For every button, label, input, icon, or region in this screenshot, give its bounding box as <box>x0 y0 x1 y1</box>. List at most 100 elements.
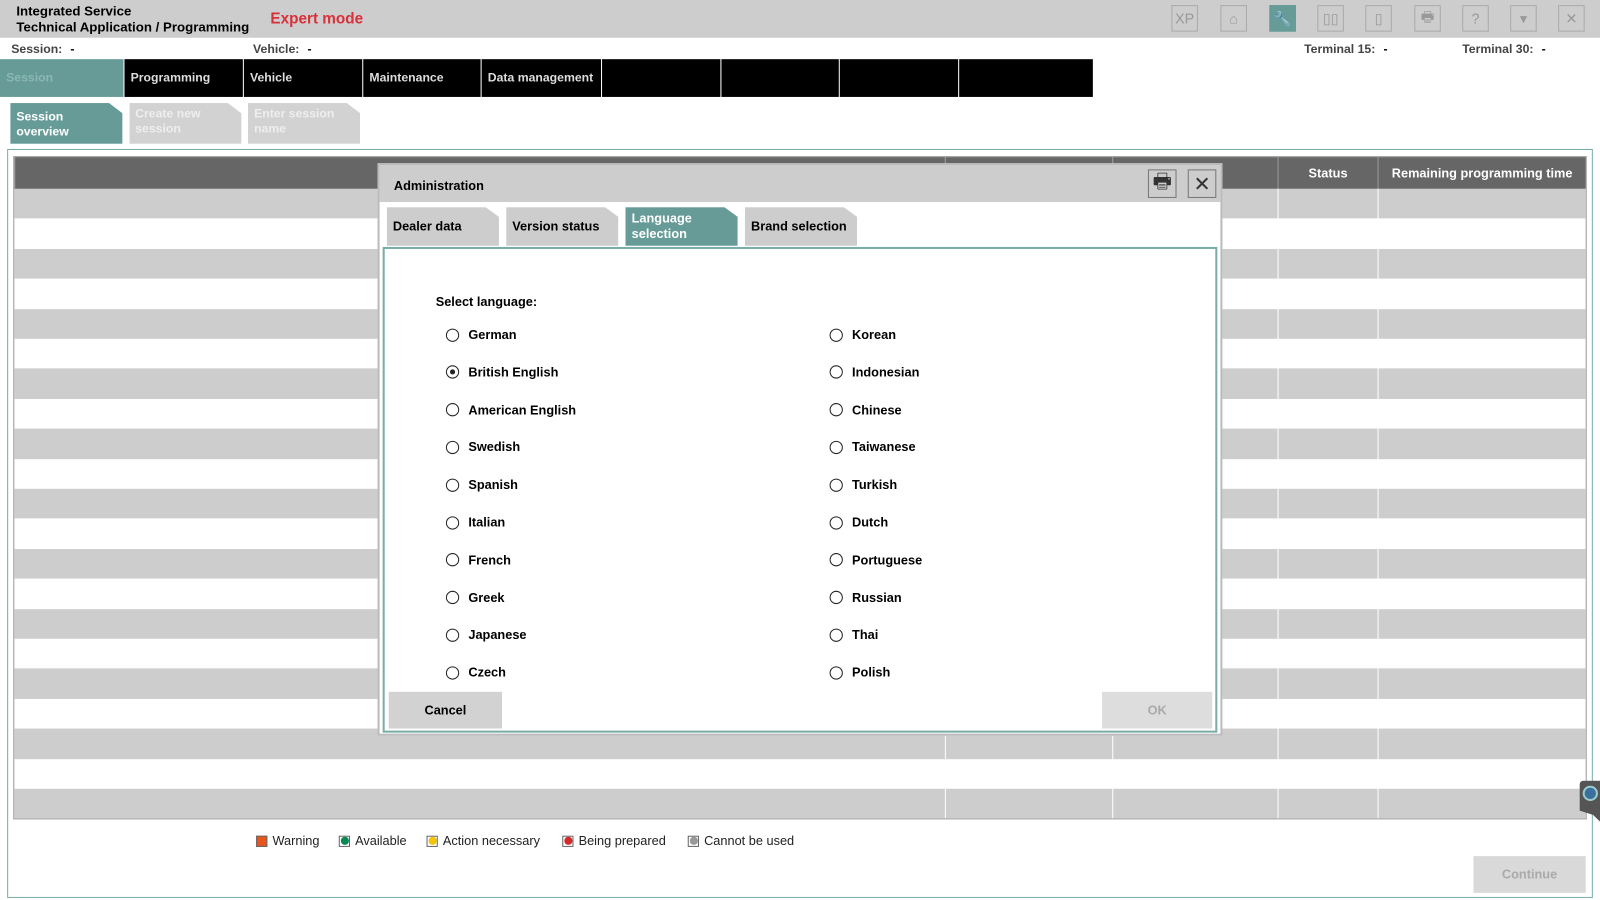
print-icon[interactable]: 🖶 <box>1414 5 1441 32</box>
terminal30-value: - <box>1541 41 1546 57</box>
radio-label: Portuguese <box>852 552 923 568</box>
print-icon[interactable]: 🖶 <box>1147 169 1177 198</box>
radio-button[interactable] <box>829 478 843 492</box>
radio-indonesian[interactable]: Indonesian <box>829 365 919 379</box>
wrench-icon[interactable]: 🔧 <box>1269 5 1296 32</box>
radio-button[interactable] <box>445 666 460 680</box>
radio-american-english[interactable]: American English <box>445 402 577 417</box>
tab-brand-selection[interactable]: Brand selection <box>744 207 858 246</box>
radio-portuguese[interactable]: Portuguese <box>829 552 923 568</box>
vehicle-label: Vehicle: <box>253 41 300 57</box>
radio-british-english[interactable]: British English <box>445 365 558 379</box>
radio-button[interactable] <box>445 590 460 605</box>
tab-version-status[interactable]: Version status <box>506 207 619 246</box>
status-action-necessary-icon <box>426 835 438 847</box>
radio-greek[interactable]: Greek <box>445 590 505 605</box>
radio-chinese[interactable]: Chinese <box>829 402 902 417</box>
nav-tab-programming[interactable]: Programming <box>124 59 243 97</box>
measure-icon[interactable]: ▯▯ <box>1317 5 1344 32</box>
radio-russian[interactable]: Russian <box>829 590 902 605</box>
radio-button[interactable] <box>829 365 843 379</box>
radio-button[interactable] <box>829 628 843 642</box>
radio-label: Spanish <box>468 477 518 493</box>
subnav-enter-session-name[interactable]: Enter session name <box>247 103 361 144</box>
home-icon[interactable]: ⌂ <box>1220 5 1247 32</box>
legend-label: Available <box>355 833 407 848</box>
nav-tab-vehicle[interactable]: Vehicle <box>243 59 363 97</box>
radio-button[interactable] <box>829 666 843 680</box>
radio-label: Italian <box>468 515 506 530</box>
radio-button[interactable] <box>829 553 843 567</box>
radio-button[interactable] <box>829 403 843 417</box>
radio-button[interactable] <box>829 515 843 530</box>
expert-mode-label: Expert mode <box>270 10 364 28</box>
xp-icon[interactable]: XP <box>1171 5 1198 32</box>
radio-thai[interactable]: Thai <box>829 628 878 642</box>
table-row[interactable] <box>14 759 1585 789</box>
radio-button[interactable] <box>829 328 843 342</box>
radio-label: Turkish <box>852 477 898 493</box>
tab-language-selection[interactable]: Language selection <box>625 207 738 246</box>
table-row[interactable] <box>14 788 1586 819</box>
radio-button[interactable] <box>445 553 460 567</box>
radio-button[interactable] <box>445 365 460 379</box>
status-dot <box>563 836 572 845</box>
radio-taiwanese[interactable]: Taiwanese <box>829 440 916 454</box>
radio-czech[interactable]: Czech <box>445 665 506 680</box>
radio-button[interactable] <box>445 478 460 492</box>
nav-tab-data-management[interactable]: Data management <box>481 59 602 97</box>
radio-label: Japanese <box>468 627 527 643</box>
nav-tab-session[interactable]: Session <box>0 59 124 97</box>
radio-label: American English <box>468 402 577 417</box>
dialog-close-button[interactable]: ✕ <box>1187 169 1217 198</box>
subnav-create-new-session[interactable]: Create new session <box>129 103 242 144</box>
cancel-button[interactable]: Cancel <box>388 691 503 729</box>
radio-button[interactable] <box>445 403 460 417</box>
battery-icon[interactable]: ▯ <box>1365 5 1392 32</box>
subnav-session-overview[interactable]: Session overview <box>10 103 123 144</box>
radio-korean[interactable]: Korean <box>829 327 896 342</box>
legend-label: Warning <box>272 833 320 848</box>
legend-item: Available <box>338 833 407 848</box>
radio-button[interactable] <box>445 628 460 642</box>
radio-french[interactable]: French <box>445 553 511 567</box>
radio-label: Polish <box>852 665 891 680</box>
radio-button[interactable] <box>829 440 843 454</box>
help-icon[interactable]: ? <box>1462 5 1489 32</box>
nav-tab-empty-7[interactable] <box>839 59 959 97</box>
nav-tab-maintenance[interactable]: Maintenance <box>363 59 481 97</box>
radio-italian[interactable]: Italian <box>445 515 506 530</box>
radio-button[interactable] <box>445 515 460 530</box>
radio-dutch[interactable]: Dutch <box>829 515 888 530</box>
ok-button[interactable]: OK <box>1102 691 1213 729</box>
nav-tab-empty-6[interactable] <box>721 59 839 97</box>
radio-japanese[interactable]: Japanese <box>445 627 527 643</box>
table-header[interactable]: Status <box>1277 157 1378 189</box>
radio-spanish[interactable]: Spanish <box>445 477 518 493</box>
session-value: - <box>70 41 75 57</box>
table-header[interactable]: Remaining programming time <box>1377 157 1586 189</box>
radio-label: Czech <box>468 665 506 680</box>
radio-polish[interactable]: Polish <box>829 665 891 680</box>
radio-swedish[interactable]: Swedish <box>445 440 520 454</box>
radio-german[interactable]: German <box>445 328 517 342</box>
radio-button[interactable] <box>445 440 460 454</box>
radio-button[interactable] <box>829 590 843 605</box>
status-warning-icon <box>256 835 268 847</box>
close-icon[interactable]: ✕ <box>1558 5 1585 32</box>
nav-tab-empty-5[interactable] <box>602 59 721 97</box>
nav-tab-empty-8[interactable] <box>959 59 1093 97</box>
radio-label: Chinese <box>852 402 902 417</box>
vehicle-status: Vehicle: - <box>253 42 312 56</box>
status-dot <box>428 836 437 845</box>
status-available-icon <box>338 835 350 847</box>
app-title-line1: Integrated Service <box>16 3 132 19</box>
tab-dealer-data[interactable]: Dealer data <box>386 207 499 246</box>
radio-label: Korean <box>852 327 896 342</box>
radio-button[interactable] <box>445 328 460 342</box>
minimize-icon[interactable]: ▾ <box>1510 5 1537 32</box>
status-being-prepared-icon <box>562 835 574 847</box>
status-cannot-be-used-icon <box>687 835 699 847</box>
radio-turkish[interactable]: Turkish <box>829 477 898 493</box>
continue-button[interactable]: Continue <box>1473 856 1586 893</box>
